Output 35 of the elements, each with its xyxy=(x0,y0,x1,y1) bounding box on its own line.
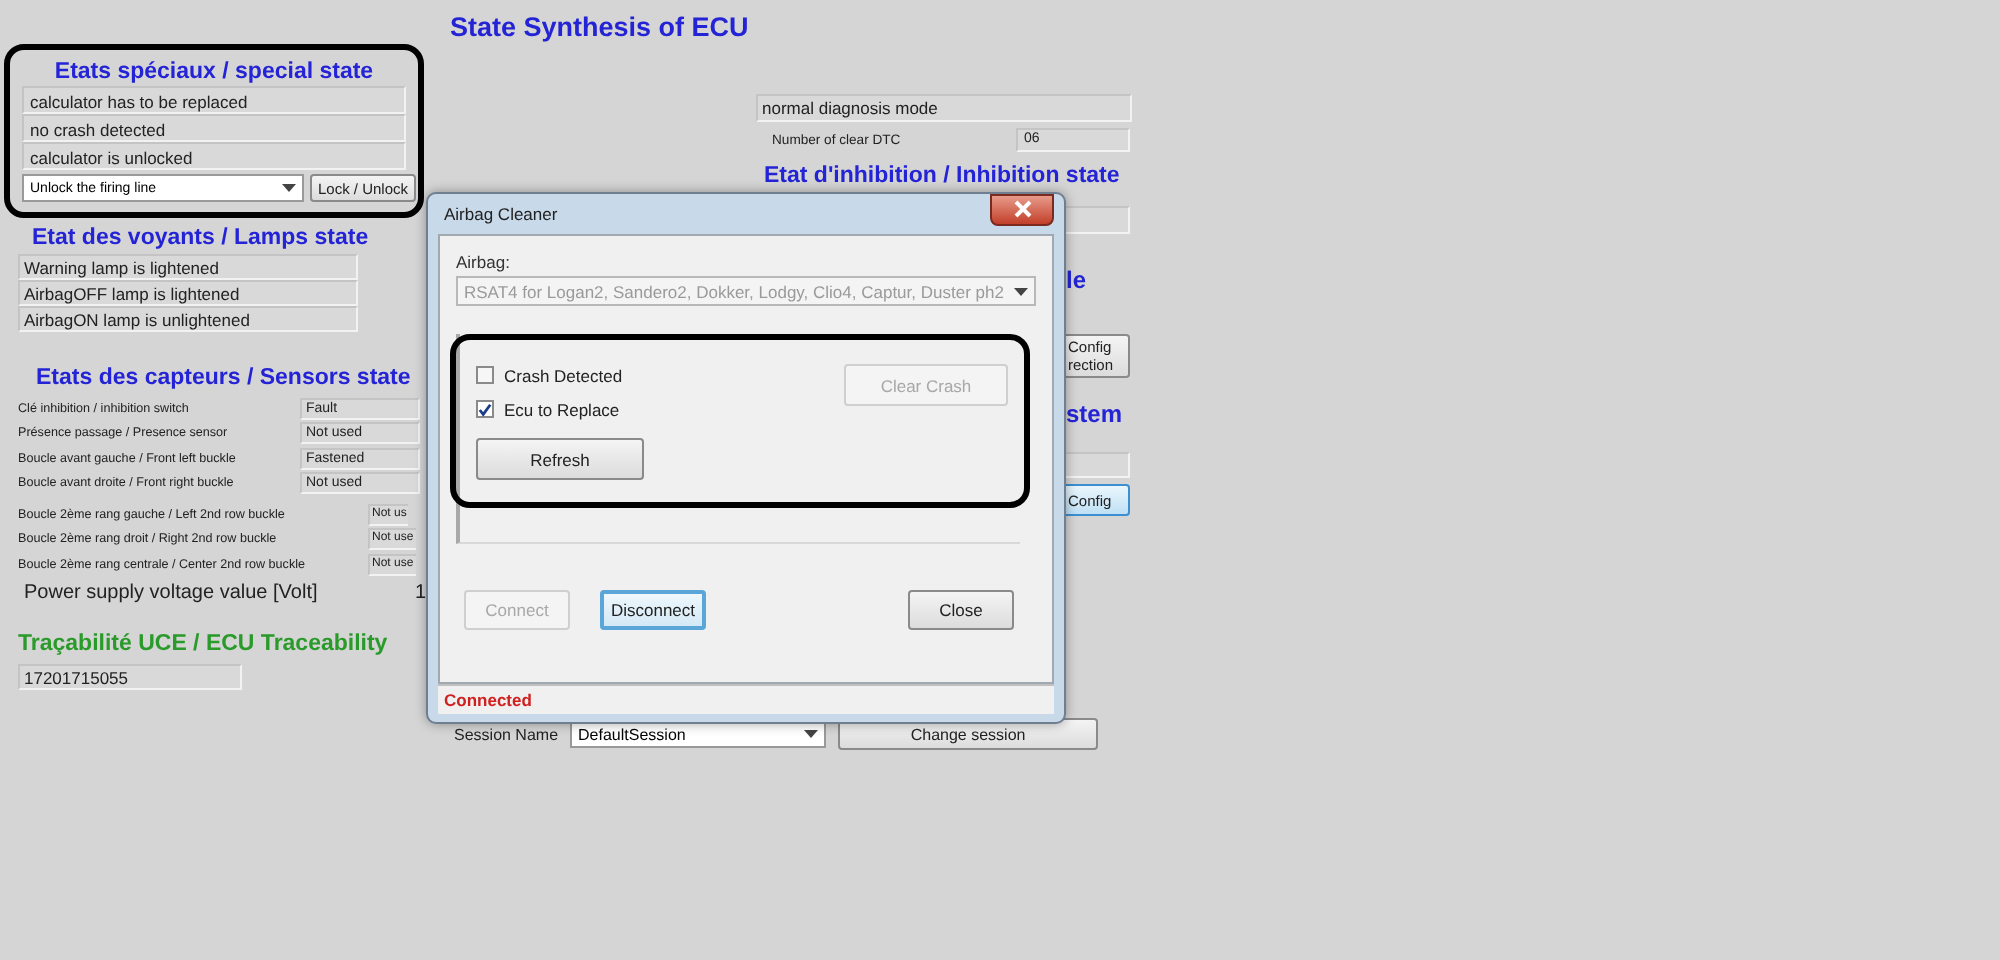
caret-icon xyxy=(282,184,296,192)
connection-status: Connected xyxy=(444,690,532,710)
voltage-value: 1 xyxy=(414,581,426,603)
status-field: calculator has to be replaced xyxy=(22,86,406,114)
status-field: calculator is unlocked xyxy=(22,142,406,170)
status-field: no crash detected xyxy=(22,114,406,142)
section-heading: Traçabilité UCE / ECU Traceability xyxy=(18,631,390,655)
lamp-status-field: AirbagOFF lamp is lightened xyxy=(18,280,358,306)
section-heading: le xyxy=(1066,266,1087,294)
section-heading: stem xyxy=(1066,400,1123,428)
lamp-status-field: AirbagON lamp is unlightened xyxy=(18,306,358,332)
section-heading: Etat d'inhibition / Inhibition state xyxy=(764,164,1122,188)
close-button[interactable] xyxy=(990,193,1054,225)
refresh-button[interactable]: Refresh xyxy=(476,438,644,480)
checkmark-icon xyxy=(478,401,492,417)
section-heading: Etat des voyants / Lamps state xyxy=(32,226,371,250)
close-icon xyxy=(1013,200,1031,218)
page-title: State Synthesis of ECU xyxy=(450,12,751,42)
caret-icon xyxy=(1014,287,1028,295)
caret-icon xyxy=(804,730,819,738)
section-heading: Etats spéciaux / special state xyxy=(52,60,376,84)
session-label: Session Name xyxy=(454,725,559,743)
voltage-label: Power supply voltage value [Volt] xyxy=(24,581,320,603)
system-field xyxy=(1066,452,1130,478)
inhibition-field xyxy=(1066,206,1130,234)
section-heading: Etats des capteurs / Sensors state xyxy=(36,366,413,390)
checkbox[interactable]: Ecu to Replace xyxy=(476,392,644,426)
diagnosis-mode-field: normal diagnosis mode xyxy=(756,94,1132,122)
dialog-button[interactable]: Close xyxy=(908,590,1014,630)
lamp-status-field: Warning lamp is lightened xyxy=(18,254,358,280)
dialog-button[interactable]: Disconnect xyxy=(600,590,706,630)
traceability-field: 17201715055 xyxy=(18,663,242,689)
checkbox[interactable]: Crash Detected xyxy=(476,358,644,392)
field-label: Airbag: xyxy=(456,252,512,272)
dialog-title: Airbag Cleaner xyxy=(442,204,558,224)
